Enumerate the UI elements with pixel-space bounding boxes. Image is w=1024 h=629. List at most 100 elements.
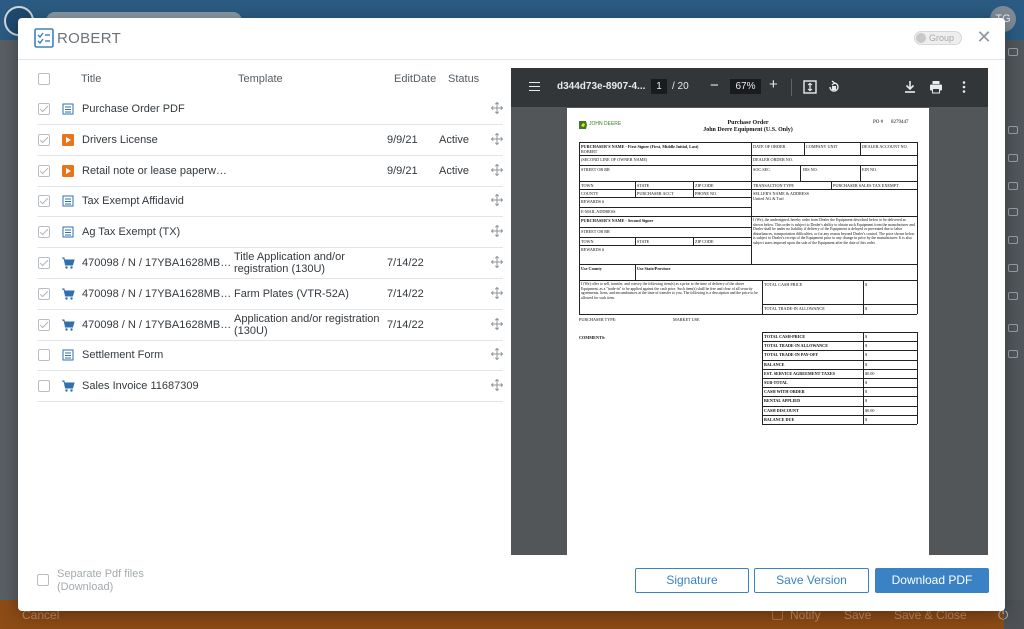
- row-checkbox[interactable]: [38, 164, 50, 177]
- rail-icon[interactable]: [1008, 324, 1018, 332]
- comments-label: COMMENTS:: [579, 335, 606, 340]
- zoom-out-icon[interactable]: −: [710, 77, 719, 94]
- drag-handle-icon[interactable]: [490, 347, 504, 361]
- menu-icon[interactable]: [529, 82, 540, 91]
- summary-value: $: [865, 398, 868, 404]
- page-number-input[interactable]: 1: [651, 79, 667, 94]
- download-icon[interactable]: [903, 80, 917, 94]
- rewards-label: REWARDS #: [581, 199, 605, 204]
- summary-label: TOTAL CASH-PRICE: [764, 334, 806, 339]
- po-subtitle: John Deere Equipment (U.S. Only): [703, 127, 793, 133]
- rail-icon[interactable]: [1008, 208, 1018, 216]
- drag-handle-icon[interactable]: [490, 286, 504, 300]
- po-number: 8279447: [891, 120, 909, 125]
- column-header-title[interactable]: Title: [81, 73, 101, 85]
- row-checkbox[interactable]: [38, 349, 50, 362]
- table-row[interactable]: Drivers License 9/9/21 Active: [37, 125, 504, 156]
- drag-handle-icon[interactable]: [490, 378, 504, 392]
- summary-row-line: [762, 368, 917, 370]
- table-row[interactable]: Purchase Order PDF: [37, 94, 504, 125]
- row-checkbox[interactable]: [38, 380, 50, 393]
- table-row[interactable]: Retail note or lease paperwork ... 9/9/21…: [37, 156, 504, 187]
- purchaser-type-label: PURCHASER TYPE:: [579, 317, 617, 322]
- order-terms-paragraph: I (We), the undersigned, hereby order fr…: [753, 218, 915, 245]
- document-modal: ROBERT Group ✕ Title Template EditDate S…: [18, 18, 1005, 611]
- row-checkbox[interactable]: [38, 226, 50, 239]
- drag-handle-icon[interactable]: [490, 224, 504, 238]
- summary-value: $0.00: [865, 370, 875, 376]
- sales-tax-label: PURCHASER SALES TAX EXEMPT: [833, 183, 899, 188]
- summary-label: EST. SERVICE AGREEMENT TAXES: [764, 370, 835, 376]
- form-line: [579, 142, 917, 143]
- form-line: [579, 197, 751, 198]
- row-title[interactable]: 470098 / N / 17YBA1628MB079...: [82, 288, 232, 300]
- document-list-icon: [61, 194, 75, 208]
- more-options-icon[interactable]: [957, 80, 971, 94]
- group-toggle[interactable]: Group: [914, 31, 962, 45]
- download-pdf-button[interactable]: Download PDF: [875, 568, 989, 593]
- table-row[interactable]: Ag Tax Exempt (TX): [37, 217, 504, 249]
- form-line: [751, 142, 752, 264]
- table-row[interactable]: Tax Exempt Affidavid: [37, 186, 504, 218]
- table-row[interactable]: Settlement Form: [37, 340, 504, 372]
- summary-row-line: [762, 332, 917, 333]
- drag-handle-icon[interactable]: [490, 132, 504, 146]
- row-title[interactable]: Retail note or lease paperwork ...: [82, 165, 232, 177]
- rail-icon[interactable]: [1008, 48, 1018, 56]
- rail-icon[interactable]: [1008, 154, 1018, 162]
- row-checkbox[interactable]: [38, 287, 50, 300]
- summary-value: $: [865, 389, 868, 395]
- row-title[interactable]: 470098 / N / 17YBA1628MB079...: [82, 319, 232, 331]
- zoom-level-input[interactable]: 67%: [730, 79, 761, 94]
- table-row[interactable]: 470098 / N / 17YBA1628MB079... Farm Plate…: [37, 279, 504, 310]
- row-checkbox[interactable]: [38, 195, 50, 208]
- rail-icon[interactable]: [1008, 126, 1018, 134]
- rail-icon[interactable]: [1008, 236, 1018, 244]
- row-checkbox[interactable]: [38, 133, 50, 146]
- document-list-icon: [61, 102, 75, 116]
- row-title[interactable]: Purchase Order PDF: [82, 103, 232, 115]
- rotate-icon[interactable]: [827, 80, 841, 94]
- save-version-button[interactable]: Save Version: [754, 568, 869, 593]
- zoom-in-icon[interactable]: +: [769, 76, 778, 93]
- row-checkbox[interactable]: [38, 257, 50, 269]
- drag-handle-icon[interactable]: [490, 163, 504, 176]
- row-title[interactable]: Tax Exempt Affidavid: [82, 195, 232, 207]
- rail-icon[interactable]: [1008, 292, 1018, 300]
- rail-icon[interactable]: [1008, 264, 1018, 272]
- row-title[interactable]: 470098 / N / 17YBA1628MB079...: [82, 257, 232, 269]
- select-all-checkbox[interactable]: [38, 73, 50, 85]
- market-use-label: MARKET USE: [673, 317, 700, 322]
- close-button[interactable]: ✕: [976, 28, 992, 46]
- group-toggle-label: Group: [929, 33, 955, 43]
- row-title[interactable]: Settlement Form: [82, 349, 232, 361]
- summary-row-line: [762, 396, 917, 397]
- column-header-template[interactable]: Template: [238, 73, 283, 85]
- print-icon[interactable]: [929, 80, 943, 94]
- rail-icon[interactable]: [1008, 350, 1018, 358]
- row-title[interactable]: Drivers License: [82, 134, 232, 146]
- row-checkbox[interactable]: [38, 318, 50, 331]
- column-header-edit-date[interactable]: EditDate: [394, 73, 436, 85]
- separate-pdf-checkbox[interactable]: [37, 574, 49, 586]
- row-title[interactable]: Sales Invoice 11687309: [82, 380, 232, 392]
- drag-handle-icon[interactable]: [490, 255, 504, 269]
- table-row[interactable]: 470098 / N / 17YBA1628MB079... Title Appl…: [37, 248, 504, 279]
- form-line: [693, 237, 694, 245]
- phone-label: PHONE NO.: [695, 191, 718, 196]
- drag-handle-icon[interactable]: [490, 101, 504, 115]
- row-title[interactable]: Ag Tax Exempt (TX): [82, 226, 232, 238]
- table-row[interactable]: Sales Invoice 11687309: [37, 371, 504, 403]
- rail-icon[interactable]: [1008, 182, 1018, 190]
- drag-handle-icon[interactable]: [490, 193, 504, 207]
- summary-label: BALANCE DUE: [764, 416, 795, 422]
- drag-handle-icon[interactable]: [490, 317, 504, 330]
- form-line: [863, 280, 864, 314]
- signature-button[interactable]: Signature: [635, 568, 749, 593]
- fit-page-icon[interactable]: [803, 80, 817, 94]
- table-row[interactable]: 470098 / N / 17YBA1628MB079... Applicatio…: [37, 310, 504, 341]
- summary-label: TOTAL TRADE-IN ALLOWANCE: [764, 343, 828, 349]
- dealer-account-label: DEALER ACCOUNT NO.: [862, 144, 908, 149]
- row-checkbox[interactable]: [38, 103, 50, 115]
- column-header-status[interactable]: Status: [448, 73, 479, 85]
